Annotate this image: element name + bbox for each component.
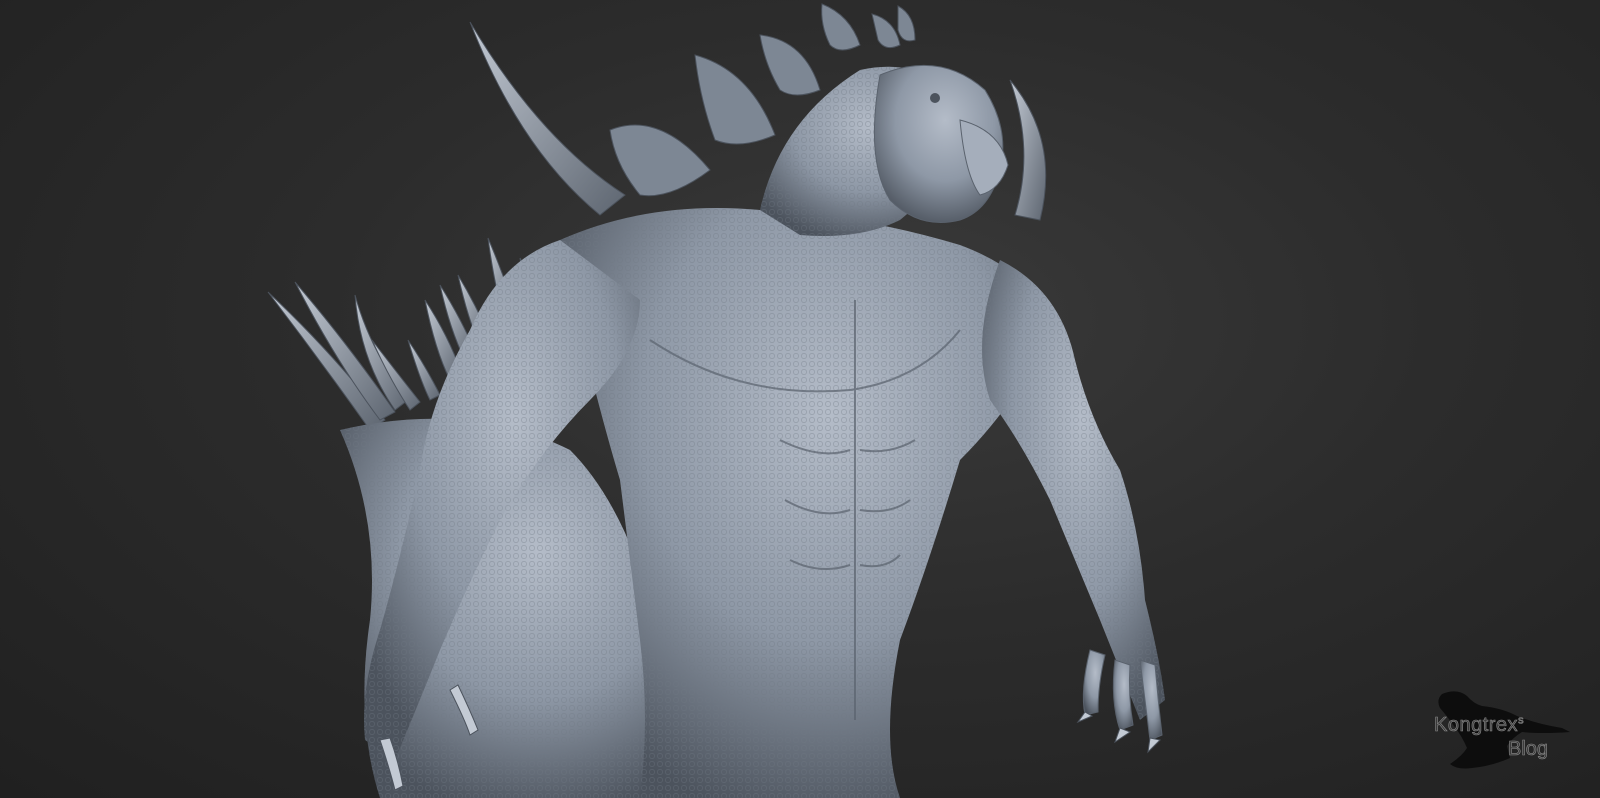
creature-sculpt: [267, 3, 1165, 798]
watermark-blog: Blog: [1508, 738, 1549, 761]
watermark-logo: Kongtrexs Blog: [1422, 686, 1572, 776]
right-hand-fingers: [1082, 649, 1163, 741]
back-horn-left: [469, 21, 626, 216]
render-viewport: Kongtrexs Blog: [0, 0, 1600, 798]
back-horn-right: [1009, 79, 1047, 221]
eye: [930, 93, 940, 103]
watermark-name: Kongtrexs: [1434, 714, 1525, 737]
